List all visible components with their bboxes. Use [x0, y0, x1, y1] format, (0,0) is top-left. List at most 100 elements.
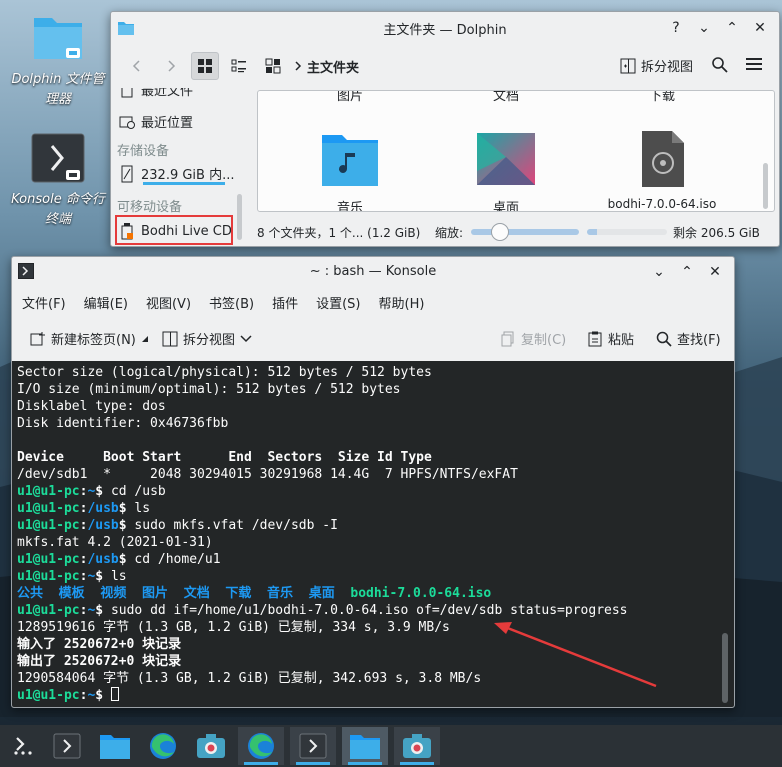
zoom-slider-handle[interactable]: [490, 223, 509, 241]
menu-file[interactable]: 文件(F): [22, 293, 66, 312]
terminal-scrollbar[interactable]: [722, 633, 728, 703]
edge-icon[interactable]: [140, 727, 186, 765]
minimize-button[interactable]: ⌄: [693, 17, 715, 39]
terminal-prompt-line: u1@u1-pc:/usb$ cd /home/u1: [17, 551, 729, 568]
screenshot-icon[interactable]: [188, 727, 234, 765]
hard-drive-icon: [121, 165, 133, 182]
menu-help[interactable]: 帮助(H): [379, 293, 425, 312]
split-view-label: 拆分视图: [640, 60, 693, 75]
file-name: 图片: [336, 90, 363, 104]
maximize-button[interactable]: ⌃: [676, 261, 698, 283]
paste-button[interactable]: 粘贴: [587, 329, 634, 348]
taskbar: [0, 725, 782, 767]
konsole-icon[interactable]: [290, 727, 336, 765]
terminal-command: sudo dd if=/home/u1/bodhi-7.0.0-64.iso o…: [110, 603, 628, 618]
compact-view-button[interactable]: [259, 52, 287, 80]
close-button[interactable]: ✕: [749, 17, 771, 39]
menu-edit[interactable]: 编辑(E): [84, 293, 128, 312]
konsole-titlebar[interactable]: ~ : bash — Konsole ⌄ ⌃ ✕: [12, 257, 734, 285]
zoom-slider[interactable]: [471, 223, 580, 241]
desktop-icon-dolphin[interactable]: Dolphin 文件管理器: [8, 12, 108, 110]
places-recent-files[interactable]: 最近文件: [119, 88, 193, 99]
new-tab-icon: [30, 331, 45, 345]
terminal-line: Device Boot Start End Sectors Size Id Ty…: [17, 450, 432, 465]
prompt-user: u1@u1-pc: [17, 484, 80, 499]
minimize-button[interactable]: ⌄: [648, 261, 670, 283]
file-item[interactable]: 下载: [602, 90, 722, 104]
places-item-label: 232.9 GiB 内...: [141, 168, 235, 183]
screenshot-icon[interactable]: [394, 727, 440, 765]
ls-entry: 模板: [58, 586, 85, 601]
split-view-button[interactable]: 拆分视图: [620, 56, 693, 75]
menu-view[interactable]: 视图(V): [146, 293, 191, 312]
dolphin-icon[interactable]: [342, 727, 388, 765]
prompt-dollar: $: [95, 688, 111, 703]
back-button[interactable]: [123, 52, 151, 80]
file-view-scrollbar[interactable]: [763, 163, 768, 209]
places-item-label: 最近文件: [141, 88, 194, 99]
edge-icon[interactable]: [238, 727, 284, 765]
file-item[interactable]: 桌面: [446, 131, 566, 211]
search-button[interactable]: [711, 56, 729, 78]
launcher-icon[interactable]: [0, 727, 46, 765]
help-button[interactable]: ?: [665, 17, 687, 39]
find-label: 查找(F): [677, 333, 721, 348]
terminal-output[interactable]: Sector size (logical/physical): 512 byte…: [12, 361, 734, 707]
file-item[interactable]: 音乐: [290, 131, 410, 211]
file-name: 下载: [648, 90, 675, 104]
desktop-folder-icon: [477, 133, 535, 185]
highlight-box: [115, 215, 233, 245]
paste-label: 粘贴: [608, 333, 635, 348]
places-scrollbar[interactable]: [237, 194, 242, 240]
disk-usage-bar: [143, 182, 225, 185]
terminal-line: 1289519616 字节 (1.3 GB, 1.2 GiB) 已复制, 334…: [17, 620, 450, 635]
dolphin-titlebar[interactable]: 主文件夹 — Dolphin ? ⌄ ⌃ ✕: [111, 12, 779, 44]
breadcrumb-separator-icon: [295, 61, 302, 71]
file-item[interactable]: 文档: [446, 91, 566, 104]
dolphin-icon[interactable]: [92, 727, 138, 765]
paste-icon: [588, 331, 602, 346]
close-button[interactable]: ✕: [704, 261, 726, 283]
breadcrumb-home[interactable]: 主文件夹: [307, 57, 359, 76]
maximize-button[interactable]: ⌃: [721, 17, 743, 39]
menu-bookmarks[interactable]: 书签(B): [209, 293, 254, 312]
prompt-user: u1@u1-pc: [17, 603, 80, 618]
copy-button[interactable]: 复制(C): [500, 329, 566, 348]
terminal-command: sudo mkfs.vfat /dev/sdb -I: [134, 518, 338, 533]
free-space-label: 剩余 206.5 GiB: [673, 225, 760, 240]
ls-entry: 公共: [17, 586, 44, 601]
prompt-dollar: $: [95, 484, 111, 499]
new-tab-button[interactable]: 新建标签页(N): [30, 329, 149, 348]
split-view-icon: [162, 331, 178, 346]
details-view-button[interactable]: [225, 52, 253, 80]
forward-button[interactable]: [157, 52, 185, 80]
file-item[interactable]: 图片: [290, 90, 410, 104]
places-disk[interactable]: 232.9 GiB 内...: [119, 164, 234, 183]
terminal-cursor: [110, 687, 119, 701]
hamburger-menu-button[interactable]: [745, 56, 763, 76]
prompt-path: /usb: [87, 518, 119, 533]
prompt-user: u1@u1-pc: [17, 518, 80, 533]
icons-view-button[interactable]: [191, 52, 219, 80]
prompt-dollar: $: [118, 501, 135, 516]
terminal-line: mkfs.fat 4.2 (2021-01-31): [17, 535, 213, 550]
hamburger-icon: [746, 58, 762, 70]
desktop-icon-konsole[interactable]: Konsole 命令行终端: [8, 132, 108, 230]
file-item[interactable]: bodhi-7.0.0-64.iso: [602, 131, 722, 211]
split-view-button[interactable]: 拆分视图: [162, 329, 252, 348]
konsole-icon[interactable]: [44, 727, 90, 765]
ls-entry: 文档: [183, 586, 210, 601]
menu-plugins[interactable]: 插件: [272, 293, 298, 312]
terminal-ls-output: 公共 模板 视频 图片 文档 下载 音乐 桌面 bodhi-7.0.0-64.i…: [17, 585, 729, 602]
menu-settings[interactable]: 设置(S): [316, 293, 360, 312]
places-recent-locations[interactable]: 最近位置: [119, 112, 193, 131]
terminal-icon: [30, 132, 86, 184]
disc-image-icon: [642, 131, 684, 187]
terminal-line: 输入了 2520672+0 块记录: [17, 637, 182, 652]
free-space-bar: [587, 229, 668, 235]
zoom-label: 缩放:: [435, 225, 464, 240]
split-view-icon: [620, 58, 636, 73]
find-button[interactable]: 查找(F): [656, 329, 721, 348]
ls-entry: 视频: [100, 586, 127, 601]
